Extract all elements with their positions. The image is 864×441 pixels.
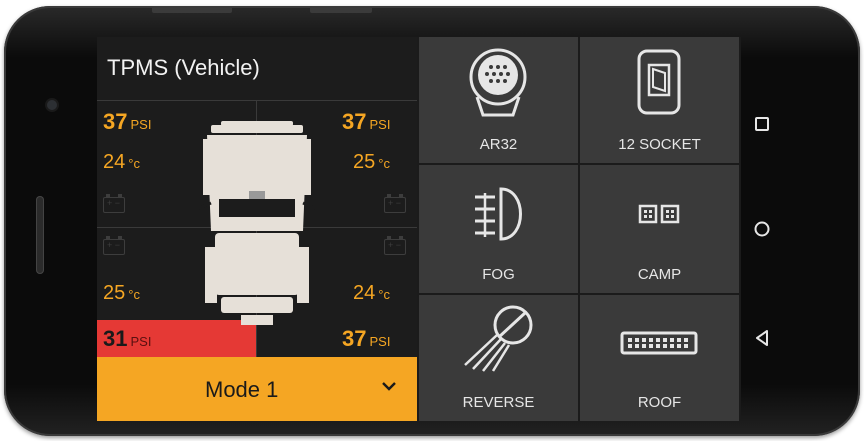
power-button bbox=[310, 6, 372, 13]
tile-label: REVERSE bbox=[462, 394, 535, 411]
tile-roof[interactable]: ROOF bbox=[580, 295, 739, 421]
rear-left-temp: 25 °c bbox=[103, 282, 140, 304]
front-right-temp: 25 °c bbox=[353, 151, 390, 173]
app-screen: TPMS (Vehicle) 37 PSI 24 °c + − 37 PSI 25 °c… bbox=[97, 37, 741, 421]
front-left-pressure: 37 PSI bbox=[103, 109, 152, 134]
tile-ar32[interactable]: AR32 bbox=[419, 37, 578, 163]
front-camera bbox=[47, 100, 57, 110]
back-button[interactable] bbox=[751, 327, 773, 354]
battery-icon: + − bbox=[384, 236, 406, 255]
rear-right-temp: 24 °c bbox=[353, 282, 390, 304]
tile-label: FOG bbox=[482, 266, 515, 283]
rear-right-pressure: 37 PSI bbox=[342, 326, 391, 351]
panel-title: TPMS (Vehicle) bbox=[107, 55, 260, 80]
roof-light-bar-icon bbox=[620, 331, 698, 355]
battery-icon: + − bbox=[103, 236, 125, 255]
home-button[interactable] bbox=[751, 218, 773, 245]
tile-reverse[interactable]: REVERSE bbox=[419, 295, 578, 421]
chevron-down-icon bbox=[382, 382, 396, 391]
tile-fog[interactable]: FOG bbox=[419, 165, 578, 293]
rear-left-pressure: 31 PSI bbox=[103, 326, 152, 351]
tile-camp[interactable]: CAMP bbox=[580, 165, 739, 293]
recent-apps-button[interactable] bbox=[751, 113, 773, 140]
mode-selector[interactable]: Mode 1 bbox=[97, 357, 417, 421]
circle-icon bbox=[754, 221, 770, 237]
fog-light-icon bbox=[475, 187, 522, 241]
reverse-light-icon bbox=[464, 305, 533, 372]
front-right-pressure: 37 PSI bbox=[342, 109, 391, 134]
triangle-back-icon bbox=[756, 330, 768, 346]
camp-light-icon bbox=[638, 204, 680, 224]
mode-label: Mode 1 bbox=[205, 377, 279, 402]
vehicle-top-view-icon bbox=[197, 121, 317, 325]
tile-label: AR32 bbox=[479, 136, 518, 153]
tpms-panel: TPMS (Vehicle) 37 PSI 24 °c + − 37 PSI 25 °c… bbox=[97, 37, 417, 421]
tile-12-socket[interactable]: 12 SOCKET bbox=[580, 37, 739, 163]
front-left-temp: 24 °c bbox=[103, 151, 140, 173]
divider bbox=[97, 100, 417, 101]
tile-label: ROOF bbox=[637, 394, 682, 411]
tile-label: 12 SOCKET bbox=[618, 136, 701, 153]
spotlight-icon bbox=[469, 48, 527, 117]
tile-label: CAMP bbox=[637, 266, 682, 283]
volume-button bbox=[152, 6, 232, 13]
speaker-grille bbox=[36, 196, 44, 274]
square-icon bbox=[755, 117, 769, 131]
battery-icon: + − bbox=[103, 194, 125, 213]
socket-switch-icon bbox=[637, 49, 681, 115]
battery-icon: + − bbox=[384, 194, 406, 213]
navigation-bar bbox=[741, 37, 793, 421]
